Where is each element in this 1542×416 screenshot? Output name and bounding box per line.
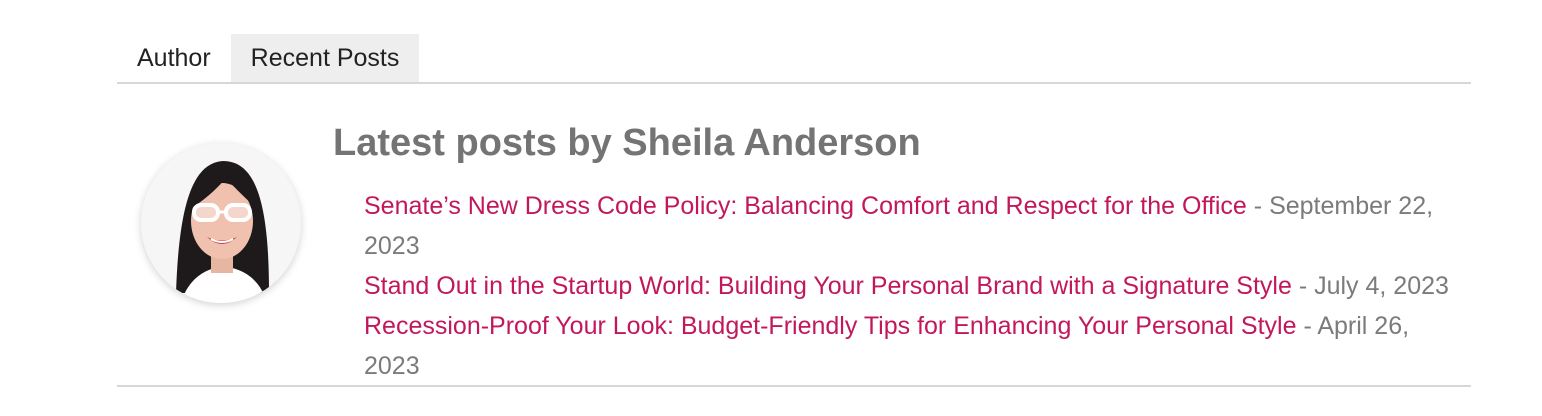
bottom-divider bbox=[117, 385, 1471, 387]
post-link[interactable]: Senate’s New Dress Code Policy: Balancin… bbox=[364, 192, 1247, 220]
tab-recent-posts[interactable]: Recent Posts bbox=[230, 34, 420, 82]
list-item: Senate’s New Dress Code Policy: Balancin… bbox=[364, 192, 1434, 260]
tab-author[interactable]: Author bbox=[117, 34, 231, 82]
list-item: Stand Out in the Startup World: Building… bbox=[364, 272, 1449, 300]
post-date: July 4, 2023 bbox=[1314, 272, 1449, 300]
recent-posts-list: Senate’s New Dress Code Policy: Balancin… bbox=[364, 186, 1449, 386]
post-link[interactable]: Stand Out in the Startup World: Building… bbox=[364, 272, 1292, 300]
avatar-portrait-icon bbox=[141, 143, 301, 303]
post-link[interactable]: Recession-Proof Your Look: Budget-Friend… bbox=[364, 312, 1297, 340]
author-box-tabs: Author Recent Posts bbox=[117, 34, 420, 82]
tab-divider bbox=[117, 82, 1471, 84]
latest-posts-heading: Latest posts by Sheila Anderson bbox=[333, 122, 921, 164]
list-item: Recession-Proof Your Look: Budget-Friend… bbox=[364, 312, 1410, 380]
author-avatar bbox=[141, 143, 301, 303]
